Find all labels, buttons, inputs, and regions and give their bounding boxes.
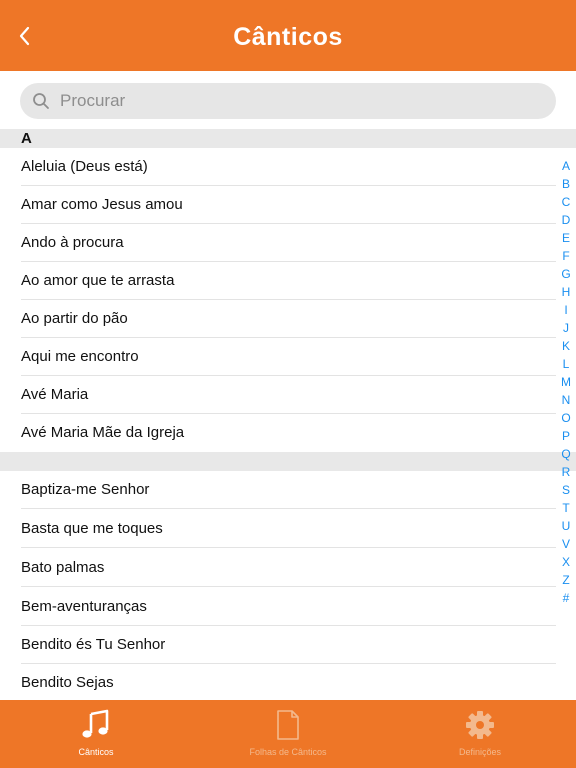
index-letter[interactable]: M (556, 373, 576, 391)
index-letter[interactable]: N (556, 391, 576, 409)
list-item[interactable]: Basta que me toques (0, 510, 576, 548)
list-item[interactable]: Bendito és Tu Senhor (0, 626, 576, 664)
tab-folhas-de-canticos[interactable]: Folhas de Cânticos (192, 700, 384, 768)
list-item-label: Avé Maria (21, 386, 89, 403)
list-item[interactable]: Amar como Jesus amou (0, 186, 576, 224)
music-note-icon (82, 709, 109, 738)
tab-canticos[interactable]: Cânticos (0, 700, 192, 768)
search-field[interactable] (20, 83, 556, 119)
tab-label: Definições (458, 747, 502, 757)
search-bar (0, 71, 576, 129)
index-letter[interactable]: C (556, 193, 576, 211)
list-item-label: Amar como Jesus amou (21, 196, 183, 213)
index-letter[interactable]: G (556, 265, 576, 283)
section-header-label: A (21, 130, 32, 147)
alphabet-index[interactable]: A B C D E F G H I J K L M N O P Q R S T U V X Z # (556, 157, 576, 607)
list-item-label: Basta que me toques (21, 520, 163, 537)
index-letter[interactable]: Q (556, 445, 576, 463)
list-item-label: Aleluia (Deus está) (21, 158, 148, 175)
index-letter[interactable]: V (556, 535, 576, 553)
list-item[interactable]: Ando à procura (0, 224, 576, 262)
index-letter[interactable]: O (556, 409, 576, 427)
index-letter[interactable]: P (556, 427, 576, 445)
tab-label: Cânticos (78, 747, 114, 757)
list-item[interactable]: Avé Maria Mãe da Igreja (0, 414, 576, 452)
index-letter[interactable]: E (556, 229, 576, 247)
index-letter[interactable]: A (556, 157, 576, 175)
list-item[interactable]: Aleluia (Deus está) (0, 148, 576, 186)
navigation-bar: Cânticos (0, 0, 576, 71)
list-item-label: Ao partir do pão (21, 310, 128, 327)
gear-icon (466, 711, 494, 739)
index-letter[interactable]: K (556, 337, 576, 355)
row-divider (21, 586, 556, 587)
list-item[interactable]: Aqui me encontro (0, 338, 576, 376)
list-item[interactable]: Bendito Sejas (0, 664, 576, 702)
list-item[interactable]: Ao amor que te arrasta (0, 262, 576, 300)
index-letter[interactable]: U (556, 517, 576, 535)
tab-definicoes[interactable]: Definições (384, 700, 576, 768)
list-item-label: Ao amor que te arrasta (21, 272, 175, 289)
section-header-b (0, 452, 576, 471)
index-letter[interactable]: I (556, 301, 576, 319)
list-item-label: Bem-aventuranças (21, 598, 147, 615)
list-item-label: Bato palmas (21, 559, 105, 576)
index-letter[interactable]: F (556, 247, 576, 265)
index-letter[interactable]: # (556, 589, 576, 607)
list-item-label: Baptiza-me Senhor (21, 481, 150, 498)
list-item[interactable]: Bem-aventuranças (0, 588, 576, 626)
list-item[interactable]: Baptiza-me Senhor (0, 471, 576, 509)
list-item[interactable]: Bato palmas (0, 549, 576, 587)
index-letter[interactable]: H (556, 283, 576, 301)
document-icon (277, 710, 299, 740)
list-item-label: Aqui me encontro (21, 348, 139, 365)
index-letter[interactable]: Z (556, 571, 576, 589)
index-letter[interactable]: X (556, 553, 576, 571)
list-item-label: Avé Maria Mãe da Igreja (21, 424, 185, 441)
list-item-label: Bendito Sejas (21, 674, 114, 691)
index-letter[interactable]: T (556, 499, 576, 517)
index-letter[interactable]: D (556, 211, 576, 229)
index-letter[interactable]: L (556, 355, 576, 373)
search-input[interactable] (60, 83, 540, 119)
row-divider (21, 508, 556, 509)
search-icon (33, 93, 49, 109)
list-item-label: Bendito és Tu Senhor (21, 636, 166, 653)
tab-bar: Cânticos Folhas de Cânticos Definições (0, 700, 576, 768)
index-letter[interactable]: S (556, 481, 576, 499)
list-item[interactable]: Avé Maria (0, 376, 576, 414)
page-title: Cânticos (233, 23, 343, 51)
tab-label: Folhas de Cânticos (249, 747, 327, 757)
index-letter[interactable]: J (556, 319, 576, 337)
index-letter[interactable]: B (556, 175, 576, 193)
row-divider (21, 547, 556, 548)
list-item[interactable]: Ao partir do pão (0, 300, 576, 338)
list-item-label: Ando à procura (21, 234, 124, 251)
index-letter[interactable]: R (556, 463, 576, 481)
section-header-a: A (0, 129, 576, 148)
